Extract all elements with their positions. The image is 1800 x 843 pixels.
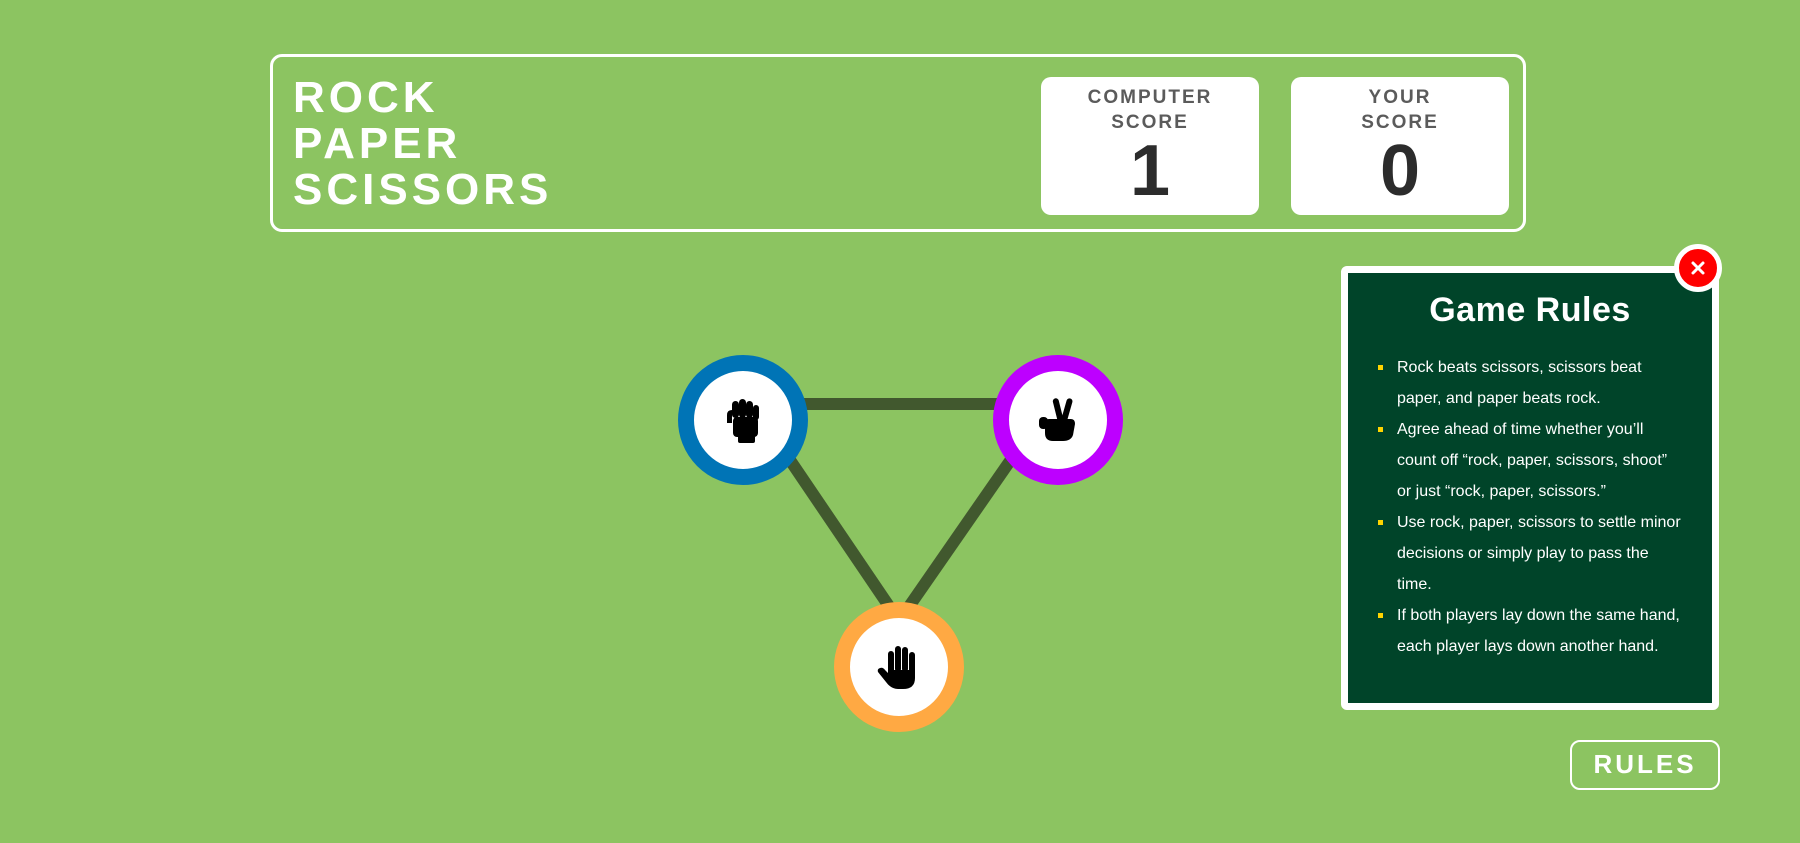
rules-modal: Game Rules Rock beats scissors, scissors… (1341, 266, 1719, 710)
open-hand-icon (877, 646, 915, 689)
rules-list-item: Agree ahead of time whether you’ll count… (1378, 414, 1682, 507)
rules-title: Game Rules (1429, 291, 1631, 329)
rules-list: Rock beats scissors, scissors beat paper… (1348, 352, 1712, 662)
paper-choice-button[interactable] (834, 602, 964, 732)
rules-list-item: If both players lay down the same hand, … (1378, 600, 1682, 662)
rules-button[interactable]: RULES (1570, 740, 1720, 790)
connector-left-line (768, 431, 904, 625)
scissors-choice-button[interactable] (993, 355, 1123, 485)
close-icon (1691, 261, 1705, 275)
close-rules-button[interactable] (1674, 244, 1722, 292)
victory-hand-icon (1039, 398, 1075, 441)
fist-icon (727, 399, 759, 443)
rules-list-item: Rock beats scissors, scissors beat paper… (1378, 352, 1682, 414)
rules-list-item: Use rock, paper, scissors to settle mino… (1378, 507, 1682, 600)
rock-choice-button[interactable] (678, 355, 808, 485)
